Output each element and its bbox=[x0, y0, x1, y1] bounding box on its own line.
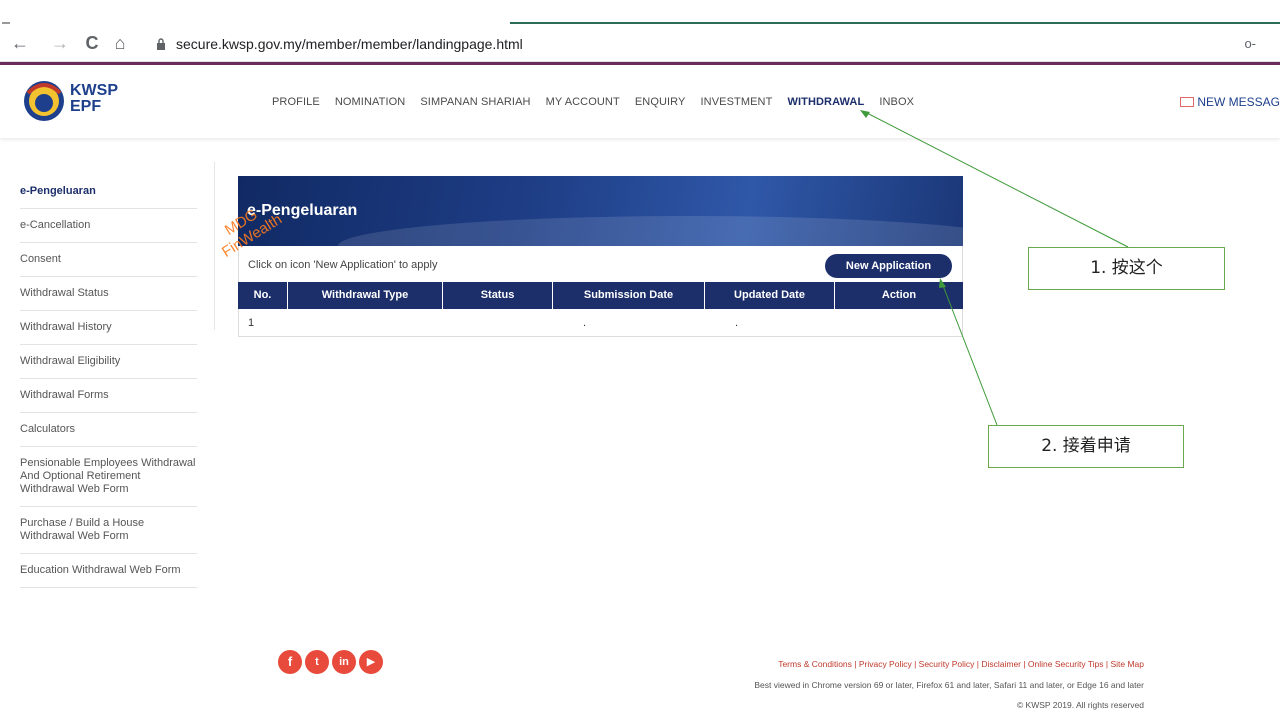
column-header-status: Status bbox=[443, 282, 553, 309]
column-header-updated-date: Updated Date bbox=[705, 282, 835, 309]
url-text: secure.kwsp.gov.my/member/member/landing… bbox=[176, 36, 523, 52]
twitter-icon[interactable]: t bbox=[305, 650, 329, 674]
sidebar-item-pensionable-form[interactable]: Pensionable Employees Withdrawal And Opt… bbox=[20, 447, 197, 507]
browser-support-note: Best viewed in Chrome version 69 or late… bbox=[754, 680, 1144, 690]
sidebar-item-house-form[interactable]: Purchase / Build a House Withdrawal Web … bbox=[20, 507, 197, 554]
nav-inbox[interactable]: INBOX bbox=[879, 96, 914, 108]
page-banner: e-Pengeluaran bbox=[238, 176, 963, 246]
nav-nomination[interactable]: NOMINATION bbox=[335, 96, 405, 108]
row-no: 1 bbox=[248, 317, 255, 329]
kwsp-logo[interactable]: KWSP EPF bbox=[22, 79, 142, 125]
callout-step2: 2. 接着申请 bbox=[988, 425, 1184, 468]
logo-kwsp-text: KWSP bbox=[70, 82, 118, 99]
address-bar[interactable]: secure.kwsp.gov.my/member/member/landing… bbox=[148, 31, 1276, 57]
new-message-link[interactable]: NEW MESSAG bbox=[1180, 95, 1280, 109]
tab-strip-line bbox=[510, 22, 1280, 24]
new-application-button[interactable]: New Application bbox=[825, 254, 952, 278]
sidebar-item-e-pengeluaran[interactable]: e-Pengeluaran bbox=[20, 175, 197, 209]
nav-simpanan-shariah[interactable]: SIMPANAN SHARIAH bbox=[420, 96, 530, 108]
browser-toolbar: ← → C ⌂ secure.kwsp.gov.my/member/member… bbox=[0, 0, 1280, 62]
main-nav: PROFILE NOMINATION SIMPANAN SHARIAH MY A… bbox=[272, 96, 926, 108]
nav-profile[interactable]: PROFILE bbox=[272, 96, 320, 108]
new-message-label: NEW MESSAG bbox=[1197, 95, 1280, 109]
social-links: f t in ▶ bbox=[278, 650, 383, 674]
sidebar-item-e-cancellation[interactable]: e-Cancellation bbox=[20, 209, 197, 243]
sidebar-item-withdrawal-history[interactable]: Withdrawal History bbox=[20, 311, 197, 345]
table-row: 1 . . bbox=[238, 309, 963, 336]
epf-emblem-icon bbox=[24, 81, 64, 121]
sidebar: e-Pengeluaran e-Cancellation Consent Wit… bbox=[20, 175, 197, 588]
row-updated-date: . bbox=[735, 317, 739, 329]
reload-icon[interactable]: C bbox=[82, 33, 102, 53]
row-submission-date: . bbox=[583, 317, 587, 329]
sidebar-item-withdrawal-status[interactable]: Withdrawal Status bbox=[20, 277, 197, 311]
sidebar-item-withdrawal-eligibility[interactable]: Withdrawal Eligibility bbox=[20, 345, 197, 379]
envelope-icon bbox=[1180, 97, 1195, 107]
linkedin-icon[interactable]: in bbox=[332, 650, 356, 674]
sidebar-item-consent[interactable]: Consent bbox=[20, 243, 197, 277]
nav-enquiry[interactable]: ENQUIRY bbox=[635, 96, 686, 108]
column-header-action: Action bbox=[835, 282, 963, 309]
home-icon[interactable]: ⌂ bbox=[110, 33, 130, 53]
banner-wave bbox=[338, 216, 963, 246]
footer-links[interactable]: Terms & Conditions | Privacy Policy | Se… bbox=[778, 659, 1144, 669]
sidebar-item-calculators[interactable]: Calculators bbox=[20, 413, 197, 447]
column-header-no: No. bbox=[238, 282, 288, 309]
callout-step1: 1. 按这个 bbox=[1028, 247, 1225, 290]
forward-icon[interactable]: → bbox=[50, 33, 70, 53]
instruction-text: Click on icon 'New Application' to apply bbox=[248, 259, 438, 271]
nav-withdrawal[interactable]: WITHDRAWAL bbox=[788, 96, 865, 108]
tab-indicator bbox=[2, 22, 10, 24]
copyright-text: © KWSP 2019. All rights reserved bbox=[1016, 700, 1144, 710]
sidebar-item-withdrawal-forms[interactable]: Withdrawal Forms bbox=[20, 379, 197, 413]
facebook-icon[interactable]: f bbox=[278, 650, 302, 674]
sidebar-item-education-form[interactable]: Education Withdrawal Web Form bbox=[20, 554, 197, 588]
logo-epf-text: EPF bbox=[70, 98, 102, 115]
back-icon[interactable]: ← bbox=[10, 33, 30, 53]
nav-my-account[interactable]: MY ACCOUNT bbox=[546, 96, 620, 108]
column-header-submission-date: Submission Date bbox=[553, 282, 705, 309]
site-header: KWSP EPF PROFILE NOMINATION SIMPANAN SHAR… bbox=[0, 62, 1280, 138]
youtube-icon[interactable]: ▶ bbox=[359, 650, 383, 674]
key-icon[interactable]: o- bbox=[1244, 36, 1256, 51]
lock-icon bbox=[156, 32, 166, 50]
sidebar-divider bbox=[214, 162, 215, 330]
withdrawal-table-header: No. Withdrawal Type Status Submission Da… bbox=[238, 282, 963, 309]
nav-investment[interactable]: INVESTMENT bbox=[701, 96, 773, 108]
column-header-withdrawal-type: Withdrawal Type bbox=[288, 282, 443, 309]
